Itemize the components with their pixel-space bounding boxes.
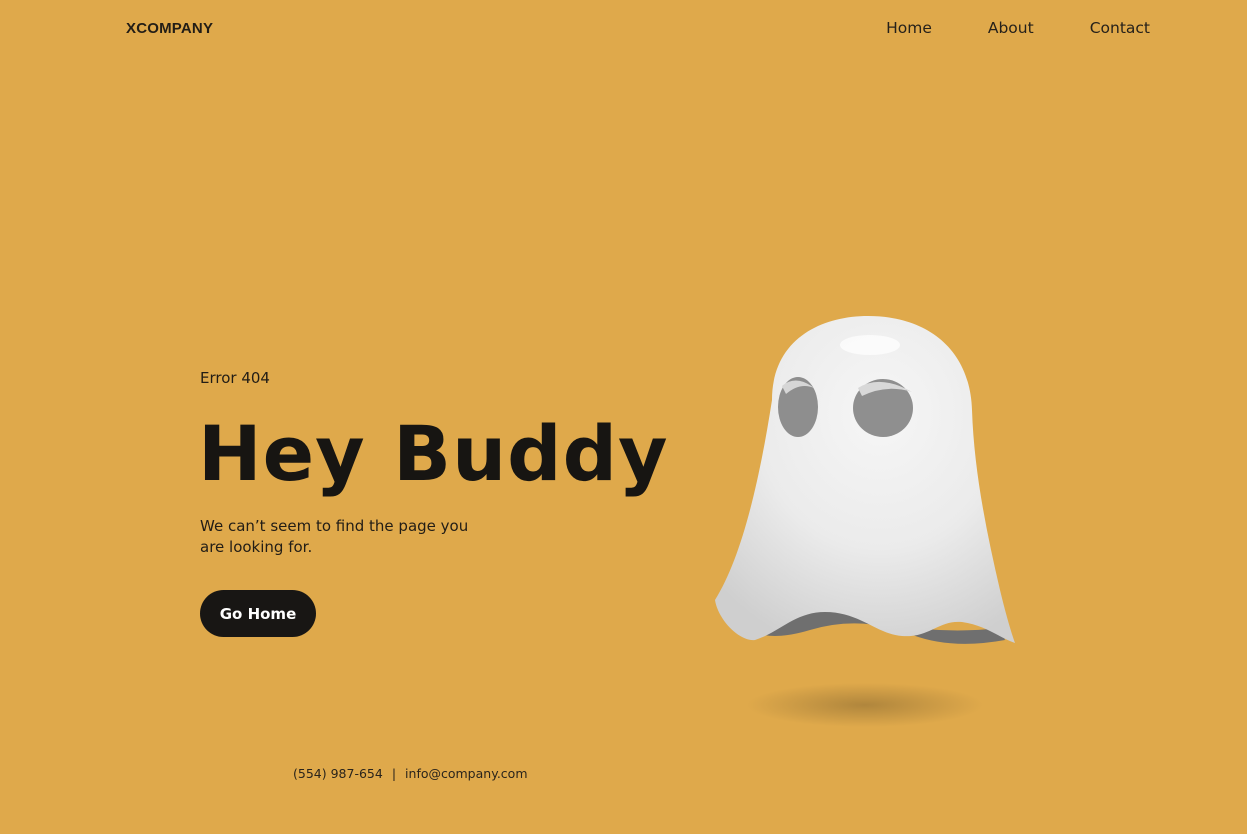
- ghost-body: [715, 316, 1015, 643]
- error-description: We can’t seem to find the page you are l…: [200, 517, 469, 556]
- page-headline: Hey Buddy: [198, 409, 669, 498]
- error-code-label: Error 404: [200, 369, 270, 387]
- ghost-icon: [715, 316, 1015, 727]
- contact-separator: |: [391, 766, 397, 781]
- go-home-button[interactable]: Go Home: [200, 590, 316, 637]
- main-nav: Home About Contact: [886, 19, 1150, 37]
- nav-link-contact[interactable]: Contact: [1090, 19, 1150, 37]
- nav-link-home[interactable]: Home: [886, 19, 932, 37]
- ghost-illustration: [700, 300, 1040, 740]
- contact-info: (554) 987-654 | info@company.com: [293, 766, 528, 781]
- phone-number[interactable]: (554) 987-654: [293, 766, 383, 781]
- email-address[interactable]: info@company.com: [405, 766, 527, 781]
- ghost-shadow: [747, 683, 983, 727]
- nav-link-about[interactable]: About: [988, 19, 1034, 37]
- company-logo[interactable]: XCOMPANY: [126, 20, 213, 37]
